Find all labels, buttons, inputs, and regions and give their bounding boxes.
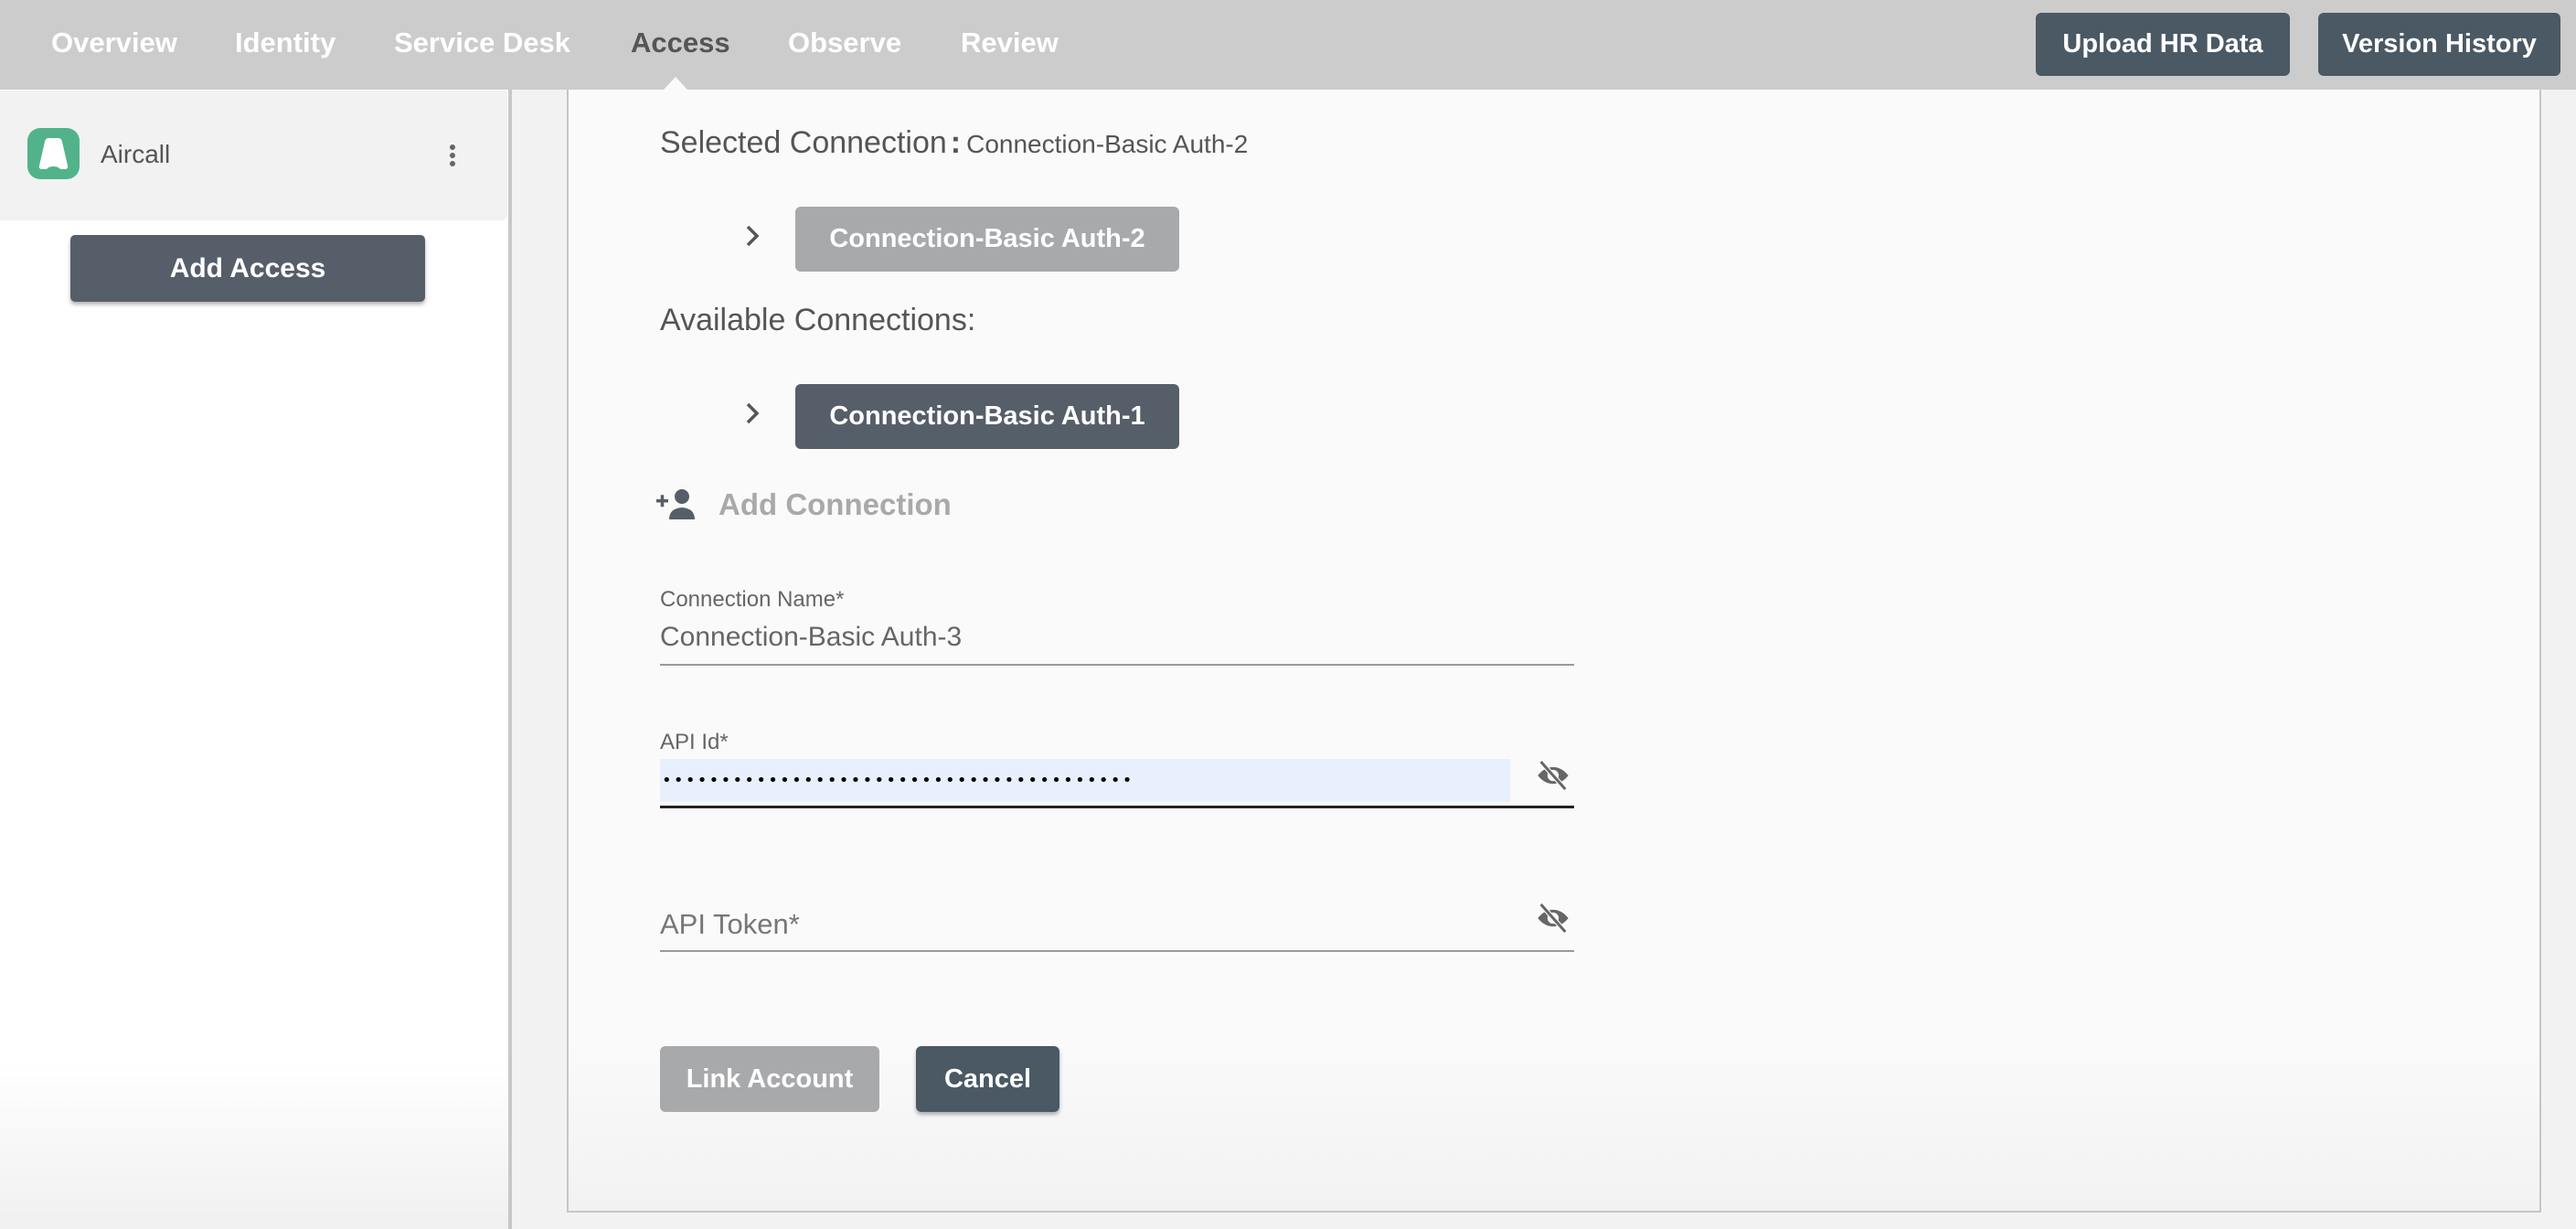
cancel-button[interactable]: Cancel xyxy=(916,1046,1059,1112)
connection-name-input[interactable]: Connection-Basic Auth-3 xyxy=(660,621,962,654)
add-connection-button[interactable]: Add Connection xyxy=(656,486,976,527)
separator: : xyxy=(950,125,962,160)
upload-hr-data-button[interactable]: Upload HR Data xyxy=(2036,13,2290,76)
tab-observe[interactable]: Observe xyxy=(788,25,901,61)
sidebar: Aircall Add Access xyxy=(0,90,508,1229)
api-id-underline xyxy=(660,806,1574,808)
tab-service-desk[interactable]: Service Desk xyxy=(394,25,570,61)
add-connection-label: Add Connection xyxy=(719,487,952,521)
more-options-icon[interactable] xyxy=(442,138,463,171)
available-connection-button[interactable]: Connection-Basic Auth-1 xyxy=(795,384,1179,449)
selected-connection-heading: Selected Connection: Connection-Basic Aut… xyxy=(660,124,1248,163)
aircall-logo-icon xyxy=(27,128,80,179)
connection-name-field[interactable]: Connection Name* Connection-Basic Auth-3 xyxy=(660,583,1574,668)
add-person-icon xyxy=(656,489,695,519)
sidebar-divider xyxy=(508,90,512,1229)
link-account-button[interactable]: Link Account xyxy=(660,1046,879,1112)
api-token-input[interactable]: API Token* xyxy=(660,907,800,942)
api-id-label: API Id* xyxy=(660,730,729,754)
selected-connection-label: Selected Connection xyxy=(660,125,947,160)
connection-panel: Selected Connection: Connection-Basic Aut… xyxy=(567,90,2541,1213)
connection-name-underline xyxy=(660,664,1574,666)
app-name: Aircall xyxy=(101,140,171,168)
active-tab-indicator xyxy=(664,77,687,90)
selected-connection-value: Connection-Basic Auth-2 xyxy=(966,130,1249,158)
available-connections-heading: Available Connections: xyxy=(660,303,976,337)
add-access-button[interactable]: Add Access xyxy=(70,235,425,302)
eye-off-icon[interactable] xyxy=(1532,900,1574,936)
api-token-underline xyxy=(660,950,1574,952)
tab-overview[interactable]: Overview xyxy=(51,25,177,61)
api-token-field[interactable]: API Token* xyxy=(660,894,1574,954)
chevron-right-icon[interactable] xyxy=(742,399,762,428)
api-id-field[interactable]: API Id* ••••••••••••••••••••••••••••••••… xyxy=(660,730,1574,812)
connection-name-label: Connection Name* xyxy=(660,587,845,612)
eye-off-icon[interactable] xyxy=(1532,757,1574,794)
api-id-masked-value: •••••••••••••••••••••••••••••••••••••••• xyxy=(662,771,1134,790)
api-id-input[interactable]: •••••••••••••••••••••••••••••••••••••••• xyxy=(660,759,1510,802)
tab-review[interactable]: Review xyxy=(961,25,1059,61)
tab-identity[interactable]: Identity xyxy=(235,25,335,61)
selected-connection-button[interactable]: Connection-Basic Auth-2 xyxy=(795,207,1179,272)
version-history-button[interactable]: Version History xyxy=(2318,13,2560,76)
tab-access[interactable]: Access xyxy=(631,25,730,61)
top-nav-bar: Overview Identity Service Desk Access Ob… xyxy=(0,0,2576,90)
sidebar-app-item-aircall[interactable]: Aircall xyxy=(0,91,507,220)
chevron-right-icon[interactable] xyxy=(742,221,762,251)
